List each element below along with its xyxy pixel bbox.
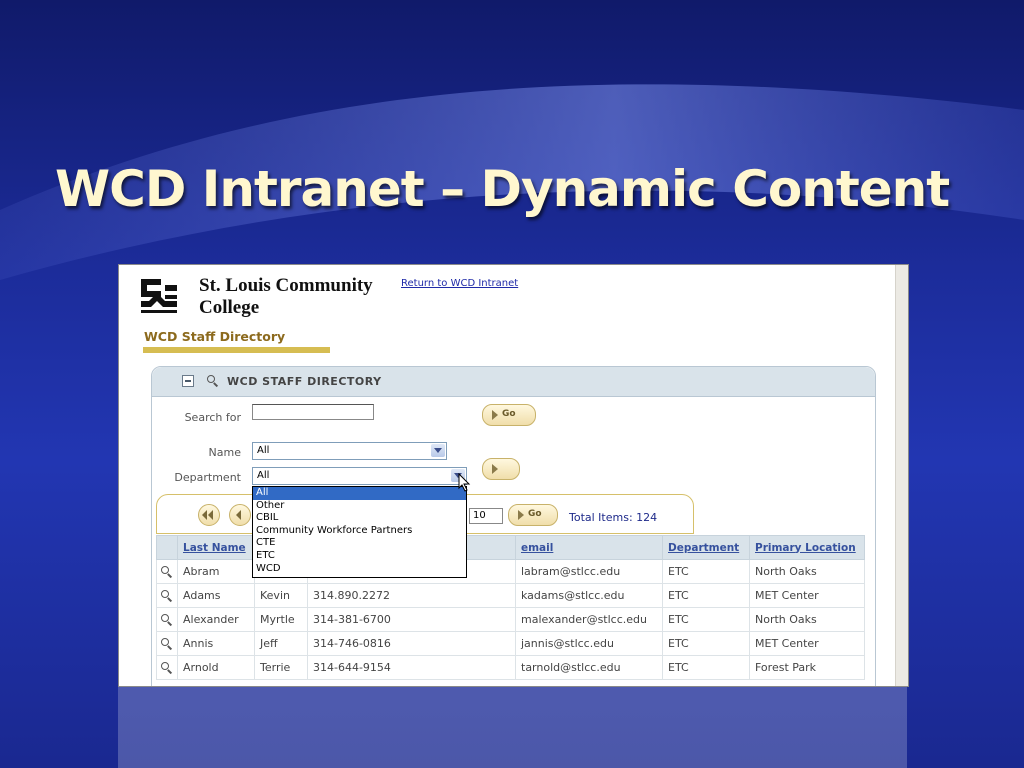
mouse-cursor-icon: [458, 473, 471, 492]
college-logo: [140, 278, 178, 314]
screenshot-reflection: [118, 687, 907, 768]
cell-last-name: Abram: [177, 559, 255, 584]
department-select[interactable]: All: [252, 467, 467, 485]
department-go-button[interactable]: [482, 458, 520, 480]
name-select-value: All: [257, 445, 270, 456]
cell-first-name: Terrie: [254, 655, 308, 680]
cell-phone: 314-746-0816: [307, 631, 516, 656]
dropdown-option[interactable]: WCD: [253, 563, 466, 576]
dropdown-option[interactable]: CBIL: [253, 512, 466, 525]
column-header-last-name[interactable]: Last Name: [177, 535, 255, 560]
return-link[interactable]: Return to WCD Intranet: [401, 278, 518, 289]
rewind-icon: [202, 510, 207, 520]
collapse-icon[interactable]: [182, 375, 194, 387]
chevron-down-icon[interactable]: [431, 444, 445, 457]
rewind-icon: [208, 510, 213, 520]
column-header-department[interactable]: Department: [662, 535, 750, 560]
cell-first-name: Kevin: [254, 583, 308, 608]
cell-location: MET Center: [749, 631, 865, 656]
first-page-button[interactable]: [198, 504, 220, 526]
go-label: Go: [502, 409, 516, 419]
cell-email: malexander@stlcc.edu: [515, 607, 663, 632]
cell-last-name: Adams: [177, 583, 255, 608]
directory-screenshot: St. Louis Community College Return to WC…: [118, 264, 909, 687]
cell-department: ETC: [662, 607, 750, 632]
name-select[interactable]: All: [252, 442, 447, 460]
search-label: Search for: [184, 411, 241, 424]
dropdown-option[interactable]: All: [253, 487, 466, 500]
cell-first-name: Jeff: [254, 631, 308, 656]
prev-icon: [236, 510, 241, 520]
magnifier-icon[interactable]: [161, 566, 169, 574]
cell-department: ETC: [662, 583, 750, 608]
row-details-cell[interactable]: [156, 655, 178, 680]
search-input[interactable]: [252, 404, 374, 420]
vertical-scrollbar[interactable]: [895, 265, 908, 686]
play-icon: [492, 464, 498, 474]
table-row[interactable]: Annis Jeff 314-746-0816 jannis@stlcc.edu ETC…: [156, 631, 865, 656]
cell-phone: 314-381-6700: [307, 607, 516, 632]
search-icon: [207, 375, 215, 383]
college-name: St. Louis Community College: [199, 275, 399, 319]
cell-email: tarnold@stlcc.edu: [515, 655, 663, 680]
department-select-value: All: [257, 470, 270, 481]
panel-title: WCD STAFF DIRECTORY: [227, 375, 382, 388]
cell-email: kadams@stlcc.edu: [515, 583, 663, 608]
dropdown-option[interactable]: CTE: [253, 537, 466, 550]
page-size-input[interactable]: 10: [469, 508, 503, 524]
cell-location: North Oaks: [749, 559, 865, 584]
cell-email: jannis@stlcc.edu: [515, 631, 663, 656]
search-go-button[interactable]: Go: [482, 404, 536, 426]
cell-phone: 314-644-9154: [307, 655, 516, 680]
slide-title: WCD Intranet – Dynamic Content: [55, 160, 950, 218]
cell-department: ETC: [662, 631, 750, 656]
department-label: Department: [174, 471, 241, 484]
page-size-value: 10: [473, 510, 486, 521]
cell-location: North Oaks: [749, 607, 865, 632]
directory-heading: WCD Staff Directory: [144, 329, 286, 344]
cell-department: ETC: [662, 655, 750, 680]
magnifier-icon[interactable]: [161, 638, 169, 646]
icon-column-header: [156, 535, 178, 560]
table-row[interactable]: Alexander Myrtle 314-381-6700 malexander@st…: [156, 607, 865, 632]
row-details-cell[interactable]: [156, 559, 178, 584]
cell-first-name: Myrtle: [254, 607, 308, 632]
cell-last-name: Annis: [177, 631, 255, 656]
cell-last-name: Alexander: [177, 607, 255, 632]
dropdown-option[interactable]: Community Workforce Partners: [253, 525, 466, 538]
heading-underline: [143, 347, 330, 353]
table-row[interactable]: Adams Kevin 314.890.2272 kadams@stlcc.edu ET…: [156, 583, 865, 608]
cell-phone: 314.890.2272: [307, 583, 516, 608]
cell-email: labram@stlcc.edu: [515, 559, 663, 584]
row-details-cell[interactable]: [156, 607, 178, 632]
table-row[interactable]: Arnold Terrie 314-644-9154 tarnold@stlcc.ed…: [156, 655, 865, 680]
play-icon: [518, 510, 524, 520]
cell-location: MET Center: [749, 583, 865, 608]
column-header-location[interactable]: Primary Location: [749, 535, 865, 560]
college-name-line1: St. Louis Community: [199, 275, 373, 296]
row-details-cell[interactable]: [156, 631, 178, 656]
department-dropdown-list: All Other CBIL Community Workforce Partners…: [252, 486, 467, 578]
total-items: Total Items: 124: [569, 511, 658, 524]
magnifier-icon[interactable]: [161, 662, 169, 670]
magnifier-icon[interactable]: [161, 590, 169, 598]
prev-page-button[interactable]: [229, 504, 251, 526]
cell-location: Forest Park: [749, 655, 865, 680]
play-icon: [492, 410, 498, 420]
dropdown-option[interactable]: Other: [253, 500, 466, 513]
go-label: Go: [528, 509, 542, 519]
pager-go-button[interactable]: Go: [508, 504, 558, 526]
college-name-line2: College: [199, 297, 260, 318]
panel-header: WCD STAFF DIRECTORY: [152, 367, 875, 397]
row-details-cell[interactable]: [156, 583, 178, 608]
dropdown-option[interactable]: ETC: [253, 550, 466, 563]
name-label: Name: [208, 446, 241, 459]
magnifier-icon[interactable]: [161, 614, 169, 622]
cell-last-name: Arnold: [177, 655, 255, 680]
column-header-email[interactable]: email: [515, 535, 663, 560]
cell-department: ETC: [662, 559, 750, 584]
